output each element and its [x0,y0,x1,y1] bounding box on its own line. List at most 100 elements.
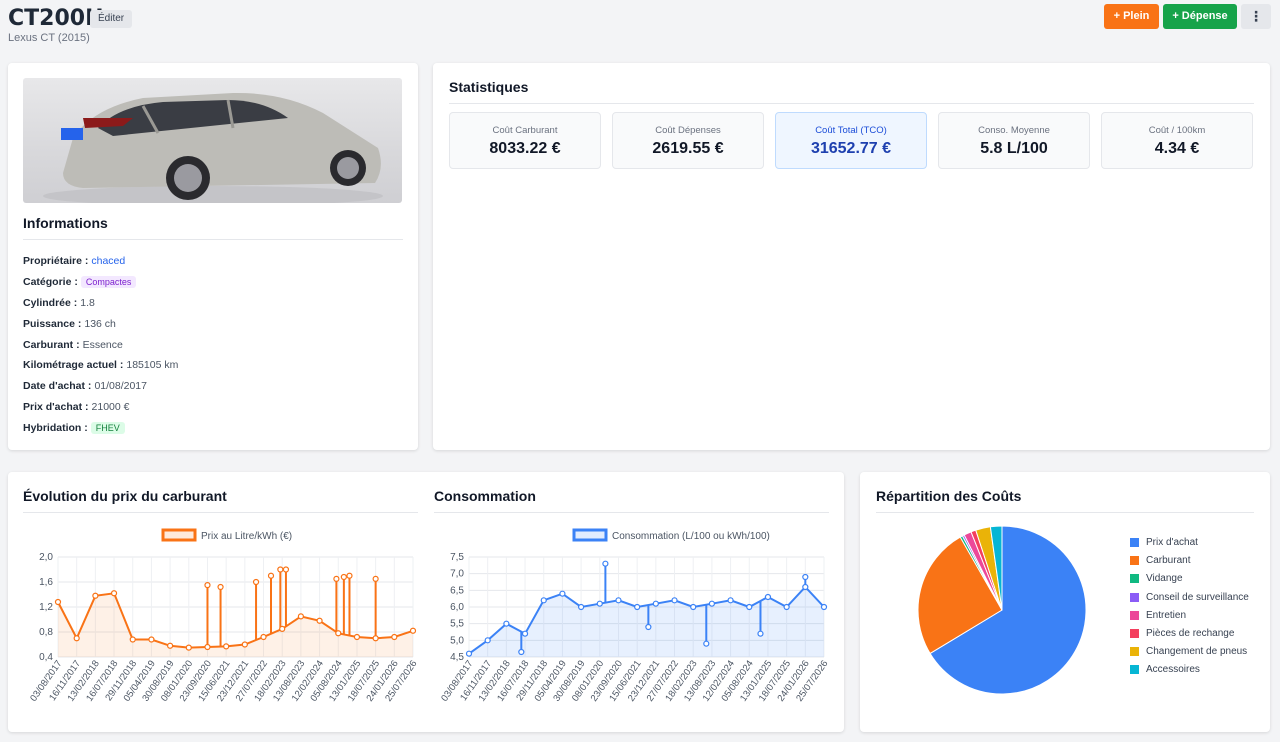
pie-legend-item[interactable]: Pièces de rechange [1130,628,1234,639]
data-point [333,575,340,582]
data-point [279,625,286,632]
pie-legend-item[interactable]: Prix d'achat [1130,537,1198,548]
owner-link[interactable]: chaced [91,255,125,267]
data-point [267,572,275,579]
consumption-chart: Consommation (L/100 ou kWh/100) 7,5 7,0 6,5… [439,528,829,704]
price-chart-heading: Évolution du prix du carburant [23,488,418,513]
legend-swatch [1130,538,1139,547]
y-tick-label: 1,6 [39,577,53,588]
info-power: Puissance :136 ch [23,317,116,330]
data-point [185,644,192,651]
stats-heading: Statistiques [449,79,1254,104]
data-point [409,627,417,634]
data-point [372,635,379,642]
data-point [391,633,398,641]
edit-button[interactable]: Éditer [90,10,133,28]
data-point [521,630,529,637]
vehicle-info-card: Informations Propriétaire : chaced Catégo… [8,63,418,450]
y-tick-label: 4,5 [450,652,464,663]
legend-label: Consommation (L/100 ou kWh/100) [612,531,770,542]
data-point [540,597,547,604]
data-point [282,566,290,573]
hybrid-badge: FHEV [90,421,125,434]
vehicle-photo [23,78,402,203]
data-point [559,590,566,597]
data-point [92,592,99,599]
data-point [634,603,641,611]
add-expense-button[interactable]: + Dépense [1163,4,1237,29]
data-point [802,583,809,591]
legend-label: Prix au Litre/kWh (€) [201,531,292,542]
legend-swatch [1130,647,1139,657]
data-point [335,630,342,637]
stat-total-cost: Coût Total (TCO) 31652.77 € [775,112,927,169]
y-tick-label: 0,4 [39,652,53,663]
legend-swatch [572,528,608,542]
statistics-card: Statistiques Coût Carburant 8033.22 € Coû… [433,63,1270,450]
legend-swatch [1130,629,1139,638]
info-mileage: Kilométrage actuel :185105 km [23,359,179,372]
data-point [671,597,678,604]
data-point [204,643,211,651]
data-point [596,600,603,607]
data-point [223,643,230,650]
data-point [204,582,211,589]
pie-legend-item[interactable]: Carburant [1130,555,1190,566]
stat-fuel-cost: Coût Carburant 8033.22 € [449,112,601,169]
data-point [746,603,753,611]
chart-legend: Prix au Litre/kWh (€) [161,528,292,542]
pie-legend-item[interactable]: Vidange [1130,573,1183,584]
data-point [802,573,809,581]
pie-legend-item[interactable]: Accessoires [1130,664,1200,675]
stat-expense-cost: Coût Dépenses 2619.55 € [612,112,764,169]
consumption-chart-heading: Consommation [434,488,829,513]
data-point [652,600,659,607]
legend-label: Prix d'achat [1146,537,1198,548]
category-badge: Compactes [80,276,137,289]
data-point [260,633,267,641]
y-tick-label: 6,5 [450,585,464,596]
legend-label: Pièces de rechange [1146,628,1235,639]
legend-swatch [1130,592,1139,602]
data-point [277,566,284,573]
data-point [503,620,510,627]
legend-swatch [1130,665,1139,675]
data-point [316,617,323,624]
pie-legend-item[interactable]: Conseil de surveillance [1130,592,1249,603]
data-point [615,597,622,604]
y-tick-label: 7,5 [450,552,464,563]
add-fuel-button[interactable]: + Plein [1104,4,1159,29]
legend-label: Entretien [1146,609,1187,621]
data-point [167,642,174,649]
legend-label: Conseil de surveillance [1146,591,1249,603]
legend-label: Changement de pneus [1146,646,1248,658]
data-point [110,590,118,597]
data-point [783,603,790,611]
data-point [518,648,525,656]
costs-chart-heading: Répartition des Coûts [876,488,1254,513]
data-point [703,640,710,647]
info-heading: Informations [23,215,403,240]
series-area [58,593,413,657]
data-point [757,630,764,637]
info-purchase-price: Prix d'achat :21000 € [23,400,130,413]
legend-swatch [161,528,197,542]
info-category: Catégorie : Compactes [23,272,403,293]
data-point [820,603,828,611]
info-owner: Propriétaire : chaced [23,255,126,268]
data-point [241,641,248,648]
legend-swatch [1130,610,1139,620]
more-options-icon[interactable]: ⋮ [1241,4,1271,29]
data-point [690,603,697,611]
pie-legend-item[interactable]: Changement de pneus [1130,646,1247,657]
info-displacement: Cylindrée :1.8 [23,296,95,309]
data-point [602,560,609,567]
data-point [54,598,62,606]
data-point [484,637,491,644]
data-point [465,650,473,657]
page-header: CT200H Éditer Lexus CT (2015) + Plein + … [0,0,1280,56]
y-tick-label: 5,0 [450,635,464,646]
stat-cost-per-100km: Coût / 100km 4.34 € [1101,112,1253,169]
pie-legend-item[interactable]: Entretien [1130,610,1186,621]
info-list: Propriétaire : chaced Catégorie : Compacte… [23,251,403,438]
